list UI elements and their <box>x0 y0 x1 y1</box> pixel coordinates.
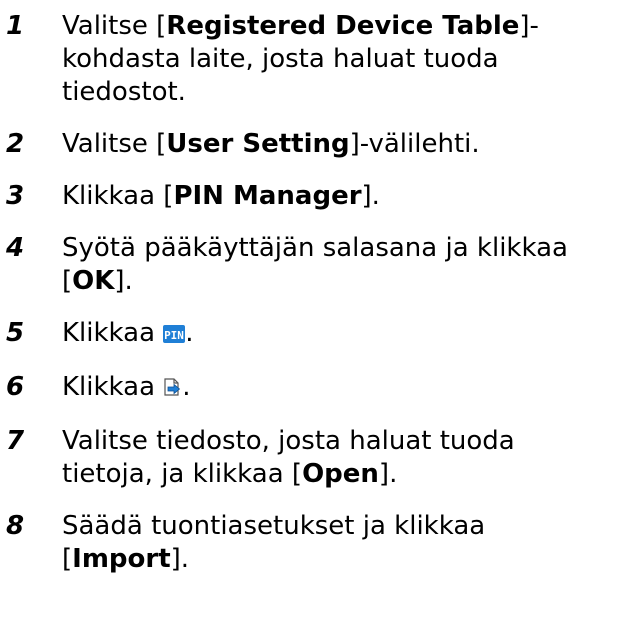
step-text-run: Klikkaa [ <box>62 181 174 211</box>
step-text-run: ]. <box>378 459 398 489</box>
pin-icon: PIN <box>163 319 186 352</box>
step-text-run: Klikkaa <box>62 372 164 402</box>
step-text-run: Valitse [ <box>62 11 167 41</box>
step-text-run: ]. <box>114 266 133 296</box>
export-icon <box>163 373 182 406</box>
step-text-run: Klikkaa <box>62 318 164 348</box>
ui-label: Import <box>72 544 171 574</box>
step-text-run: Valitse [ <box>62 129 167 159</box>
step-number: 5 <box>6 318 25 348</box>
step-text-run: ]. <box>361 181 380 211</box>
step-item: 4 Syötä pääkäyttäjän salasana ja klikkaa … <box>0 232 637 298</box>
step-number: 1 <box>6 11 25 41</box>
step-item: 2 Valitse [User Setting]-välilehti. <box>0 128 637 161</box>
instruction-steps: 1 Valitse [Registered Device Table]- kohd… <box>0 10 637 595</box>
step-number: 2 <box>6 129 25 159</box>
step-text: Klikkaa PIN. <box>62 318 194 348</box>
step-text-run: Valitse tiedosto, josta haluat tuoda tie… <box>62 426 515 489</box>
step-text-run: ]-välilehti. <box>349 129 480 159</box>
step-item: 8 Säädä tuontiasetukset ja klikkaa [Impor… <box>0 510 637 576</box>
step-item: 5 Klikkaa PIN. <box>0 317 637 352</box>
step-text: Valitse [Registered Device Table]- kohda… <box>62 11 539 107</box>
step-text-run: . <box>185 318 194 348</box>
ui-label: User Setting <box>166 129 350 159</box>
step-text: Syötä pääkäyttäjän salasana ja klikkaa [… <box>62 233 568 296</box>
ui-label: Registered Device Table <box>166 11 520 41</box>
step-text: Säädä tuontiasetukset ja klikkaa [Import… <box>62 511 485 574</box>
step-text: Valitse tiedosto, josta haluat tuoda tie… <box>62 426 515 489</box>
pin-icon-label: PIN <box>164 329 184 342</box>
step-item: 3 Klikkaa [PIN Manager]. <box>0 180 637 213</box>
step-number: 3 <box>6 181 25 211</box>
step-number: 8 <box>6 511 25 541</box>
step-number: 6 <box>6 372 25 402</box>
step-item: 1 Valitse [Registered Device Table]- kohd… <box>0 10 637 109</box>
step-item: 6 Klikkaa . <box>0 371 637 406</box>
step-text: Valitse [User Setting]-välilehti. <box>62 129 480 159</box>
ui-label: Open <box>302 459 379 489</box>
ui-label: PIN Manager <box>173 181 362 211</box>
step-item: 7 Valitse tiedosto, josta haluat tuoda ti… <box>0 425 637 491</box>
step-number: 7 <box>6 426 25 456</box>
ui-label: OK <box>72 266 115 296</box>
step-number: 4 <box>6 233 25 263</box>
step-text-run: . <box>182 372 191 402</box>
step-text: Klikkaa . <box>62 372 191 402</box>
step-text: Klikkaa [PIN Manager]. <box>62 181 380 211</box>
step-text-run: ]. <box>170 544 190 574</box>
step-text-run: Syötä pääkäyttäjän salasana ja klikkaa [ <box>62 233 568 296</box>
